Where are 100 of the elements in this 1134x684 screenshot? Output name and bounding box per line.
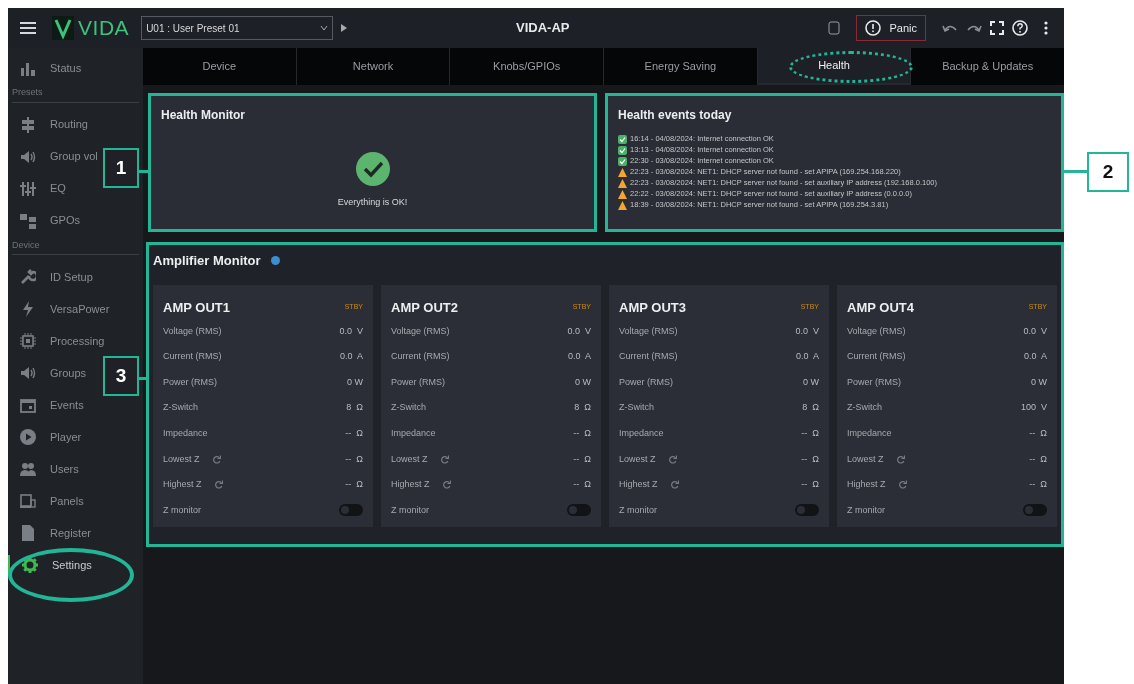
sidebar-item[interactable]: Routing: [8, 114, 92, 135]
sidebar-item[interactable]: Users: [8, 459, 83, 479]
field-label: Current (RMS): [619, 350, 678, 364]
toggle-switch[interactable]: [567, 504, 591, 517]
refresh-icon[interactable]: [897, 480, 907, 490]
panels-icon: [20, 493, 36, 509]
speaker-icon: [20, 148, 36, 165]
tab[interactable]: Network: [295, 48, 450, 85]
field-label: Impedance: [163, 426, 208, 440]
toggle-switch[interactable]: [339, 504, 363, 517]
speaker-icon: [20, 365, 36, 381]
amp-title: AMP OUT3: [619, 298, 686, 317]
info-icon[interactable]: [270, 256, 280, 266]
sidebar-item[interactable]: ID Setup: [8, 267, 97, 287]
field-value: -- Ω: [573, 426, 591, 440]
field-value: 0 W: [1031, 375, 1047, 389]
field-label: Z monitor: [163, 503, 201, 517]
field-value: -- Ω: [345, 426, 363, 440]
field-value: -- Ω: [345, 452, 363, 466]
section-label: Device: [12, 238, 139, 255]
sidebar-item[interactable]: Processing: [8, 331, 109, 351]
sidebar-item[interactable]: Groups: [8, 363, 91, 383]
tab[interactable]: Backup & Updates: [910, 48, 1065, 85]
sidebar-item[interactable]: GPOs: [8, 210, 84, 231]
sidebar-item[interactable]: Settings: [8, 555, 96, 575]
refresh-icon[interactable]: [211, 454, 221, 464]
field-label: Z-Switch: [163, 401, 198, 415]
field-value: 0 W: [347, 375, 363, 389]
sidebar-item[interactable]: Player: [8, 427, 86, 447]
field-value: -- Ω: [1029, 426, 1047, 440]
check-circle-icon: [355, 151, 390, 186]
help-icon[interactable]: [1012, 20, 1028, 36]
field-label: Lowest Z: [163, 452, 200, 466]
section-label: Presets: [12, 86, 139, 103]
refresh-icon[interactable]: [669, 480, 679, 490]
more-icon[interactable]: [1044, 21, 1048, 35]
refresh-icon[interactable]: [441, 480, 451, 490]
panic-button[interactable]: Panic: [856, 15, 926, 41]
blocks-icon: [20, 212, 36, 229]
field-label: Lowest Z: [847, 452, 884, 466]
sidebar-item[interactable]: VersaPower: [8, 299, 114, 319]
bar-chart-icon: [20, 60, 36, 76]
field-value: -- Ω: [1029, 478, 1047, 492]
redo-icon[interactable]: [966, 23, 982, 33]
field-label: Current (RMS): [847, 350, 906, 364]
lightning-icon: [20, 301, 36, 317]
field-label: Highest Z: [847, 478, 886, 492]
field-label: Power (RMS): [847, 375, 901, 389]
sidebar-item[interactable]: Events: [8, 395, 88, 415]
window-title: VIDA-AP: [515, 19, 571, 38]
refresh-icon[interactable]: [439, 454, 449, 464]
field-value: 0.0 V: [795, 324, 819, 338]
field-label: Voltage (RMS): [163, 324, 222, 338]
field-value: -- Ω: [1029, 452, 1047, 466]
refresh-icon[interactable]: [895, 454, 905, 464]
sidebar-item[interactable]: EQ: [8, 178, 70, 199]
document-icon: [20, 525, 36, 541]
panel-title: Amplifier Monitor: [153, 252, 261, 270]
field-label: Z-Switch: [391, 401, 426, 415]
field-label: Z monitor: [391, 503, 429, 517]
field-value: 8 Ω: [346, 401, 363, 415]
sidebar-item[interactable]: Register: [8, 523, 95, 543]
field-label: Power (RMS): [391, 375, 445, 389]
sidebar-item[interactable]: Status: [8, 58, 86, 78]
field-value: 8 Ω: [574, 401, 591, 415]
tab[interactable]: Health: [756, 48, 911, 85]
sliders-icon: [20, 180, 36, 197]
field-label: Current (RMS): [391, 350, 450, 364]
field-value: 0.0 V: [1023, 324, 1047, 338]
toggle-switch[interactable]: [795, 504, 819, 517]
field-label: Z monitor: [619, 503, 657, 517]
undo-icon[interactable]: [942, 23, 958, 33]
field-value: 0.0 V: [339, 324, 363, 338]
preset-dropdown[interactable]: U01 : User Preset 01: [141, 16, 334, 40]
tab[interactable]: Energy Saving: [603, 48, 757, 85]
status-text: Everything is OK!: [337, 195, 408, 209]
field-value: 8 Ω: [802, 401, 819, 415]
sidebar-item[interactable]: Panels: [8, 491, 88, 511]
menu-icon[interactable]: [20, 21, 36, 35]
refresh-icon[interactable]: [667, 454, 677, 464]
device-icon[interactable]: [828, 21, 841, 35]
logo-text: VIDA: [78, 15, 130, 42]
field-label: Z-Switch: [847, 401, 882, 415]
amp-title: AMP OUT4: [847, 298, 914, 317]
play-icon[interactable]: [341, 24, 348, 32]
play-icon: [20, 429, 36, 445]
fullscreen-icon[interactable]: [990, 21, 1004, 35]
sidebar-item[interactable]: Group vol: [8, 146, 102, 167]
field-value: 0.0 A: [567, 350, 591, 364]
toggle-switch[interactable]: [1023, 504, 1047, 517]
field-label: Z monitor: [847, 503, 885, 517]
panel-title: Health events today: [617, 107, 733, 124]
field-label: Power (RMS): [619, 375, 673, 389]
tab[interactable]: Knobs/GPIOs: [449, 48, 603, 85]
field-label: Voltage (RMS): [619, 324, 678, 338]
field-value: 0.0 A: [1023, 350, 1047, 364]
tab[interactable]: Device: [143, 48, 296, 85]
field-value: -- Ω: [573, 478, 591, 492]
chip-icon: [20, 333, 36, 349]
refresh-icon[interactable]: [213, 480, 223, 490]
